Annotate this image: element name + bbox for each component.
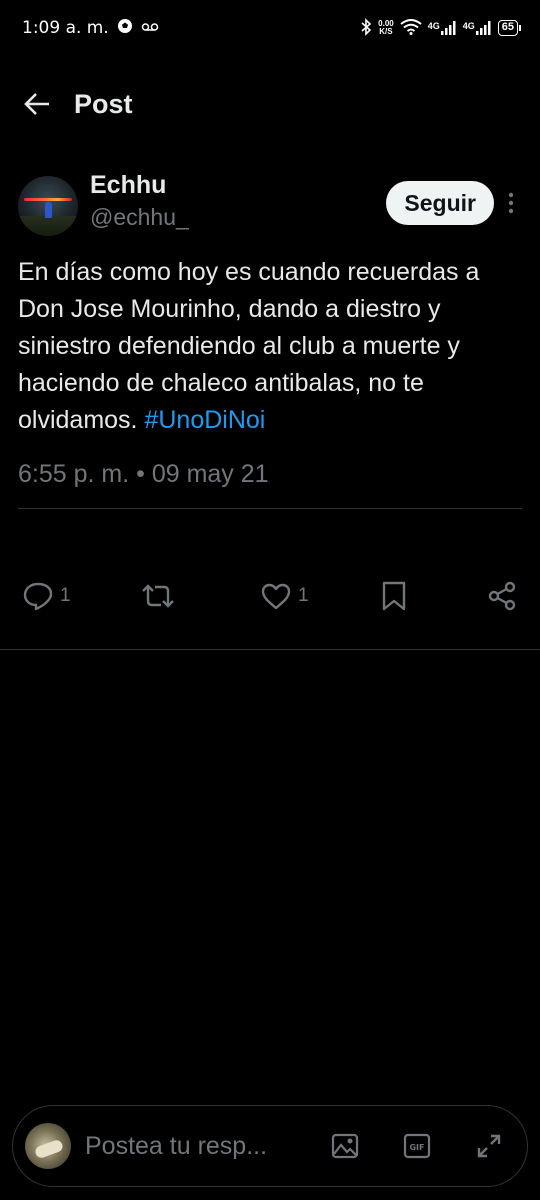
gif-icon: GIF (403, 1133, 431, 1159)
bookmark-button[interactable] (380, 580, 408, 612)
post: Echhu @echhu_ Seguir En días como hoy es… (18, 170, 522, 509)
author-names: Echhu @echhu_ (90, 170, 189, 234)
share-icon (488, 581, 516, 611)
action-bar: 1 1 (18, 570, 522, 622)
status-time: 1:09 a. m. (22, 18, 109, 38)
add-gif-button[interactable]: GIF (397, 1126, 437, 1166)
divider (0, 649, 540, 650)
hashtag-link[interactable]: #UnoDiNoi (144, 406, 265, 434)
post-text: En días como hoy es cuando recuerdas a D… (18, 254, 518, 439)
post-timestamp[interactable]: 6:55 p. m. • 09 may 21 (18, 457, 522, 491)
avatar[interactable] (18, 176, 78, 236)
signal-1-icon: 4G (428, 21, 457, 35)
composer-avatar (25, 1123, 71, 1169)
voicemail-icon (141, 19, 159, 37)
arrow-left-icon (24, 93, 49, 115)
like-button[interactable]: 1 (260, 582, 309, 610)
wifi-icon (400, 18, 422, 38)
reply-composer[interactable]: Postea tu resp... GIF (12, 1105, 528, 1187)
svg-text:GIF: GIF (409, 1143, 424, 1152)
soccer-ball-icon (117, 18, 133, 39)
page-title: Post (74, 88, 133, 119)
more-options-button[interactable] (500, 181, 522, 225)
reply-input[interactable]: Postea tu resp... (85, 1132, 305, 1161)
like-count: 1 (298, 585, 309, 606)
avatar-ground (18, 216, 78, 236)
author-row: Echhu @echhu_ Seguir (18, 170, 522, 242)
avatar-figure (45, 202, 52, 218)
share-button[interactable] (486, 580, 518, 612)
status-bar: 1:09 a. m. 0.00 K/S 4G 4G 65 (0, 0, 540, 56)
heart-icon (261, 583, 291, 610)
reply-icon (23, 582, 53, 611)
back-button[interactable] (22, 84, 62, 124)
add-image-button[interactable] (325, 1126, 365, 1166)
author-handle[interactable]: @echhu_ (90, 200, 189, 234)
reply-button[interactable]: 1 (22, 581, 71, 611)
network-type-2: 4G (462, 21, 475, 31)
net-speed-unit: K/S (379, 27, 393, 36)
network-type-1: 4G (427, 21, 440, 31)
signal-2-icon: 4G (463, 21, 492, 35)
reply-count: 1 (60, 585, 71, 606)
expand-icon (477, 1134, 501, 1158)
battery-icon: 65 (497, 20, 522, 36)
expand-composer-button[interactable] (469, 1126, 509, 1166)
follow-button[interactable]: Seguir (386, 181, 494, 225)
author-name[interactable]: Echhu (90, 170, 189, 200)
divider (18, 508, 522, 509)
avatar-lights (24, 198, 72, 201)
top-header: Post (0, 72, 540, 136)
bookmark-icon (382, 581, 406, 611)
repost-button[interactable] (140, 581, 182, 611)
image-icon (331, 1133, 359, 1159)
repost-icon (142, 584, 174, 608)
net-speed: 0.00 K/S (378, 20, 394, 36)
more-vertical-icon (508, 192, 514, 214)
bluetooth-icon (360, 17, 372, 39)
